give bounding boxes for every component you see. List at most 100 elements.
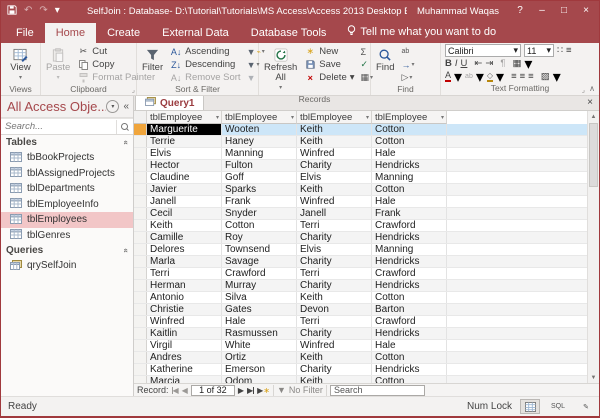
collapse-section-icon[interactable]: « (121, 248, 130, 252)
select-all-stub[interactable] (134, 111, 147, 124)
help-button[interactable]: ? (509, 2, 531, 20)
search-input[interactable] (1, 121, 116, 132)
next-record-button[interactable]: ▶ (238, 386, 244, 395)
cell[interactable]: Sparks (222, 184, 297, 195)
table-row[interactable]: Claudine Goff Elvis Manning (134, 172, 587, 184)
document-tab-query1[interactable]: Query1 (135, 95, 204, 110)
cell[interactable]: Hale (372, 340, 447, 351)
undo-icon[interactable]: ↶ (24, 6, 32, 16)
cell[interactable]: Keith (297, 124, 372, 135)
table-row[interactable]: Cecil Snyder Janell Frank (134, 208, 587, 220)
save-icon[interactable] (7, 5, 17, 18)
close-button[interactable]: × (575, 2, 597, 20)
search-icon[interactable] (116, 120, 130, 134)
row-selector[interactable] (134, 160, 147, 171)
cell[interactable]: Frank (222, 196, 297, 207)
cell[interactable]: Winfred (297, 340, 372, 351)
row-selector[interactable] (134, 244, 147, 255)
font-color-icon[interactable]: A (445, 71, 451, 82)
cell[interactable]: Murray (222, 280, 297, 291)
cell[interactable]: Javier (147, 184, 222, 195)
cell[interactable]: Manning (372, 244, 447, 255)
table-row[interactable]: Janell Frank Winfred Hale (134, 196, 587, 208)
cell[interactable]: Cotton (372, 376, 447, 383)
row-selector[interactable] (134, 256, 147, 267)
ribbon-tab[interactable]: External Data (151, 23, 240, 43)
cell[interactable]: Cotton (222, 220, 297, 231)
cell[interactable]: Terri (297, 220, 372, 231)
cell[interactable]: Fulton (222, 160, 297, 171)
column-header[interactable]: tblEmployee ▾ (297, 111, 372, 124)
last-record-button[interactable]: ▶ (247, 386, 254, 395)
row-selector[interactable] (134, 292, 147, 303)
table-row[interactable]: Marla Savage Charity Hendricks (134, 256, 587, 268)
row-selector[interactable] (134, 136, 147, 147)
cell[interactable]: Winfred (297, 196, 372, 207)
row-selector[interactable] (134, 304, 147, 315)
cell[interactable]: Charity (297, 364, 372, 375)
increase-indent-icon[interactable]: ⇥ (485, 58, 493, 69)
table-row[interactable]: Kaitlin Rasmussen Charity Hendricks (134, 328, 587, 340)
redo-icon[interactable]: ↷ (39, 6, 47, 16)
cell[interactable]: Hendricks (372, 328, 447, 339)
cell[interactable]: Marla (147, 256, 222, 267)
table-row[interactable]: Hector Fulton Charity Hendricks (134, 160, 587, 172)
column-header[interactable]: tblEmployee ▾ (372, 111, 447, 124)
maximize-button[interactable]: □ (553, 2, 575, 20)
vertical-scrollbar[interactable]: ▲ ▼ (587, 111, 599, 383)
delete-record-button[interactable]: × Delete ▾ (302, 71, 356, 84)
row-selector[interactable] (134, 328, 147, 339)
column-dropdown-icon[interactable]: ▾ (441, 114, 444, 121)
record-position-box[interactable] (191, 385, 235, 396)
paste-button[interactable]: Paste ▾ (43, 45, 73, 84)
new-record-button[interactable]: ▶∗ (257, 386, 270, 395)
table-row[interactable]: Terrie Haney Keith Cotton (134, 136, 587, 148)
cell[interactable]: Hector (147, 160, 222, 171)
filter-indicator[interactable]: ▼ No Filter (277, 385, 323, 395)
datasheet-view-button[interactable] (520, 399, 540, 414)
table-row[interactable]: Elvis Manning Winfred Hale (134, 148, 587, 160)
ribbon-tab[interactable]: Database Tools (240, 23, 338, 43)
sidebar-table-item[interactable]: tblDepartments (1, 181, 133, 197)
sidebar-table-item[interactable]: tbBookProjects (1, 150, 133, 166)
gridlines-icon[interactable]: ▦ (512, 58, 521, 69)
filter-button[interactable]: Filter (139, 45, 166, 74)
table-row[interactable]: Andres Ortiz Keith Cotton (134, 352, 587, 364)
cell[interactable]: Gates (222, 304, 297, 315)
table-row[interactable]: Marcia Odom Keith Cotton (134, 376, 587, 383)
sql-view-button[interactable]: SQL (548, 399, 568, 414)
table-row[interactable]: Katherine Emerson Charity Hendricks (134, 364, 587, 376)
cell[interactable]: Keith (297, 352, 372, 363)
ribbon-tab[interactable]: File (5, 23, 45, 43)
cell[interactable]: Frank (372, 208, 447, 219)
row-selector[interactable] (134, 280, 147, 291)
cell[interactable]: Barton (372, 304, 447, 315)
column-dropdown-icon[interactable]: ▾ (216, 114, 219, 121)
cell[interactable]: Hendricks (372, 256, 447, 267)
row-selector[interactable] (134, 376, 147, 383)
cell[interactable]: Haney (222, 136, 297, 147)
remove-sort-button[interactable]: A↓ Remove Sort (168, 71, 242, 84)
cell[interactable]: Keith (147, 220, 222, 231)
cell[interactable]: Crawford (372, 220, 447, 231)
cell[interactable]: Marcia (147, 376, 222, 383)
cell[interactable]: Crawford (372, 316, 447, 327)
cell[interactable]: Janell (147, 196, 222, 207)
row-selector[interactable] (134, 148, 147, 159)
cell[interactable]: Terri (297, 316, 372, 327)
table-row[interactable]: Winfred Hale Terri Crawford (134, 316, 587, 328)
table-row[interactable]: Delores Townsend Elvis Manning (134, 244, 587, 256)
cell[interactable]: Snyder (222, 208, 297, 219)
cell[interactable]: Silva (222, 292, 297, 303)
queries-section-header[interactable]: Queries « (1, 243, 133, 258)
cell[interactable]: Townsend (222, 244, 297, 255)
bold-button[interactable]: B (445, 58, 452, 69)
column-dropdown-icon[interactable]: ▾ (291, 114, 294, 121)
select-button[interactable]: ▷▾ (399, 71, 416, 84)
row-selector[interactable] (134, 196, 147, 207)
cell[interactable]: Goff (222, 172, 297, 183)
cell[interactable]: Janell (297, 208, 372, 219)
qat-customize-icon[interactable]: ▾ (55, 6, 60, 16)
cell[interactable]: Wooten (222, 124, 297, 135)
row-selector[interactable] (134, 124, 147, 135)
